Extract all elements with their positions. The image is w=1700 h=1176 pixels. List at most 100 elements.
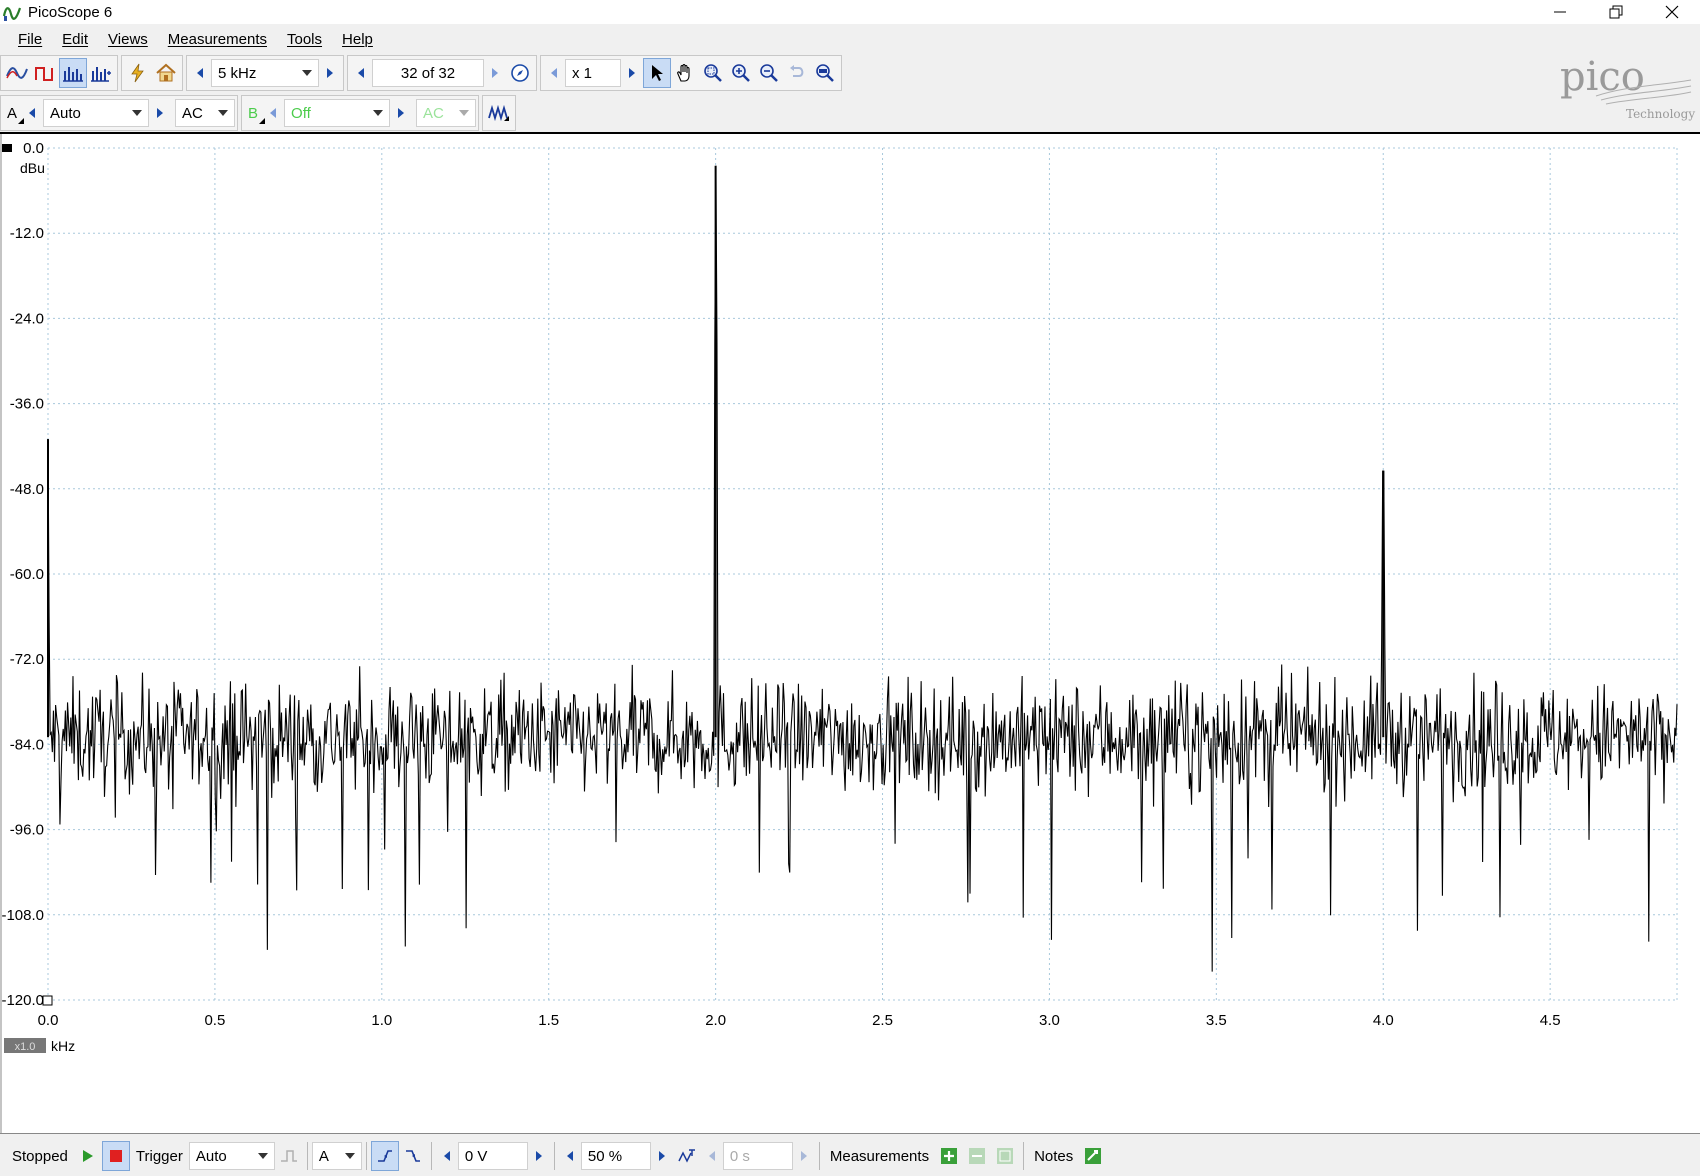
start-button[interactable] <box>74 1141 102 1171</box>
channel-a-ruler-handle[interactable] <box>2 144 12 152</box>
add-measurement-button[interactable] <box>935 1141 963 1171</box>
pretrigger-field[interactable]: 50 % <box>580 1142 651 1170</box>
zoom-region-button[interactable] <box>699 58 727 88</box>
zoom-factor-field[interactable]: x 1 <box>565 59 621 87</box>
zoom-in-button[interactable] <box>727 58 755 88</box>
channel-b-range-increase[interactable] <box>390 98 412 128</box>
logo-subtitle: Technology <box>1626 107 1695 121</box>
channel-a-options-button[interactable]: A <box>3 105 25 124</box>
pretrigger-increase-button[interactable] <box>651 1141 673 1171</box>
minimize-button[interactable] <box>1532 0 1588 24</box>
axis-origin-handle[interactable] <box>42 995 53 1006</box>
channel-a-group: A Auto AC <box>0 95 239 131</box>
previous-capture-button[interactable] <box>350 58 372 88</box>
spectrum-mode-button[interactable] <box>59 58 87 88</box>
y-tick-label: -96.0 <box>10 822 44 839</box>
select-tool-button[interactable] <box>643 58 671 88</box>
scope-mode-button[interactable] <box>3 58 31 88</box>
arrow-left-icon <box>197 68 203 78</box>
channel-b-range-decrease[interactable] <box>262 98 284 128</box>
delay-decrease-button[interactable] <box>701 1141 723 1171</box>
buffer-navigator-button[interactable] <box>506 58 534 88</box>
edit-measurement-button[interactable] <box>963 1141 991 1171</box>
arrow-right-icon <box>800 1151 807 1161</box>
channel-toolbar: A Auto AC B Off AC <box>0 94 519 132</box>
channel-b-coupling-value: AC <box>423 104 444 122</box>
zoom-overview-icon <box>816 64 834 82</box>
channel-b-range-select[interactable]: Off <box>284 99 391 127</box>
post-trigger-delay-button[interactable] <box>673 1141 701 1171</box>
channel-a-range-select[interactable]: Auto <box>43 99 150 127</box>
channel-b-label: B <box>248 104 259 122</box>
next-capture-button[interactable] <box>484 58 506 88</box>
undo-zoom-button[interactable] <box>783 58 811 88</box>
menu-file[interactable]: File <box>8 31 52 48</box>
channel-b-coupling-select[interactable]: AC <box>416 99 477 127</box>
menu-edit[interactable]: Edit <box>52 31 98 48</box>
y-tick-label: 0.0 <box>23 140 44 157</box>
signal-generator-button[interactable] <box>485 98 513 128</box>
add-spectrum-view-button[interactable] <box>87 58 115 88</box>
timebase-increase-button[interactable] <box>319 58 341 88</box>
timebase-select[interactable]: 5 kHz <box>211 59 319 87</box>
channel-a-range-value: Auto <box>50 104 81 122</box>
trigger-channel-select[interactable]: A <box>311 1142 362 1170</box>
chevron-down-icon <box>373 110 384 116</box>
edit-measurement-icon <box>969 1148 986 1164</box>
falling-edge-button[interactable] <box>399 1141 427 1171</box>
threshold-increase-button[interactable] <box>528 1141 550 1171</box>
close-button[interactable] <box>1644 0 1700 24</box>
persistence-mode-button[interactable] <box>31 58 59 88</box>
spectrum-view[interactable]: 0.0 -12.0 -24.0 -36.0 -48.0 -60.0 -72.0 -84.0 -9… <box>0 132 1700 1134</box>
default-setup-button[interactable] <box>152 58 180 88</box>
trigger-mode-value: Auto <box>195 1147 227 1165</box>
trigger-mode-select[interactable]: Auto <box>188 1142 275 1170</box>
restore-button[interactable] <box>1588 0 1644 24</box>
menu-views[interactable]: Views <box>98 31 158 48</box>
zoom-overview-button[interactable] <box>811 58 839 88</box>
zoom-out-button[interactable] <box>755 58 783 88</box>
trigger-label: Trigger <box>135 1147 183 1165</box>
spectrum-plot[interactable]: 0.0 -12.0 -24.0 -36.0 -48.0 -60.0 -72.0 -84.0 -9… <box>0 134 1700 1134</box>
arrow-right-icon <box>535 1151 542 1161</box>
delay-increase-button[interactable] <box>793 1141 815 1171</box>
rising-edge-button[interactable] <box>370 1141 399 1171</box>
menu-tools[interactable]: Tools <box>277 31 332 48</box>
capture-index-field[interactable]: 32 of 32 <box>372 59 484 87</box>
zoom-decrease-button[interactable] <box>543 58 565 88</box>
threshold-value: 0 V <box>464 1147 488 1165</box>
channel-a-range-decrease[interactable] <box>21 98 43 128</box>
chevron-down-icon <box>344 1153 355 1159</box>
auto-setup-button[interactable] <box>124 58 152 88</box>
delay-field[interactable]: 0 s <box>722 1142 793 1170</box>
separator <box>553 1142 555 1170</box>
pretrigger-decrease-button[interactable] <box>559 1141 581 1171</box>
x-tick-label: 0.5 <box>204 1012 225 1029</box>
x-tick-label: 3.5 <box>1206 1012 1227 1029</box>
advanced-trigger-button[interactable] <box>275 1141 303 1171</box>
spectrum-mode-icon <box>63 67 83 82</box>
timebase-decrease-button[interactable] <box>189 58 211 88</box>
channel-b-options-button[interactable]: B <box>244 104 266 124</box>
stop-button[interactable] <box>101 1141 130 1171</box>
menu-help[interactable]: Help <box>332 31 383 48</box>
hand-tool-button[interactable] <box>671 58 699 88</box>
menu-measurements[interactable]: Measurements <box>158 31 277 48</box>
capture-index-value: 32 of 32 <box>400 64 456 82</box>
arrow-right-icon <box>157 108 164 118</box>
channel-a-coupling-select[interactable]: AC <box>175 99 236 127</box>
cursor-arrow-icon <box>652 65 663 81</box>
close-icon <box>1665 5 1679 19</box>
measurements-label: Measurements <box>829 1147 930 1165</box>
threshold-decrease-button[interactable] <box>436 1141 458 1171</box>
channel-a-range-increase[interactable] <box>149 98 171 128</box>
chevron-down-icon <box>132 110 143 116</box>
chevron-down-icon <box>459 110 470 116</box>
threshold-field[interactable]: 0 V <box>457 1142 528 1170</box>
delete-measurement-button[interactable] <box>991 1141 1019 1171</box>
zoom-increase-button[interactable] <box>621 58 643 88</box>
delay-icon <box>678 1149 695 1163</box>
signal-generator-icon <box>488 104 510 122</box>
notes-label: Notes <box>1034 1147 1074 1165</box>
notes-button[interactable] <box>1079 1141 1107 1171</box>
